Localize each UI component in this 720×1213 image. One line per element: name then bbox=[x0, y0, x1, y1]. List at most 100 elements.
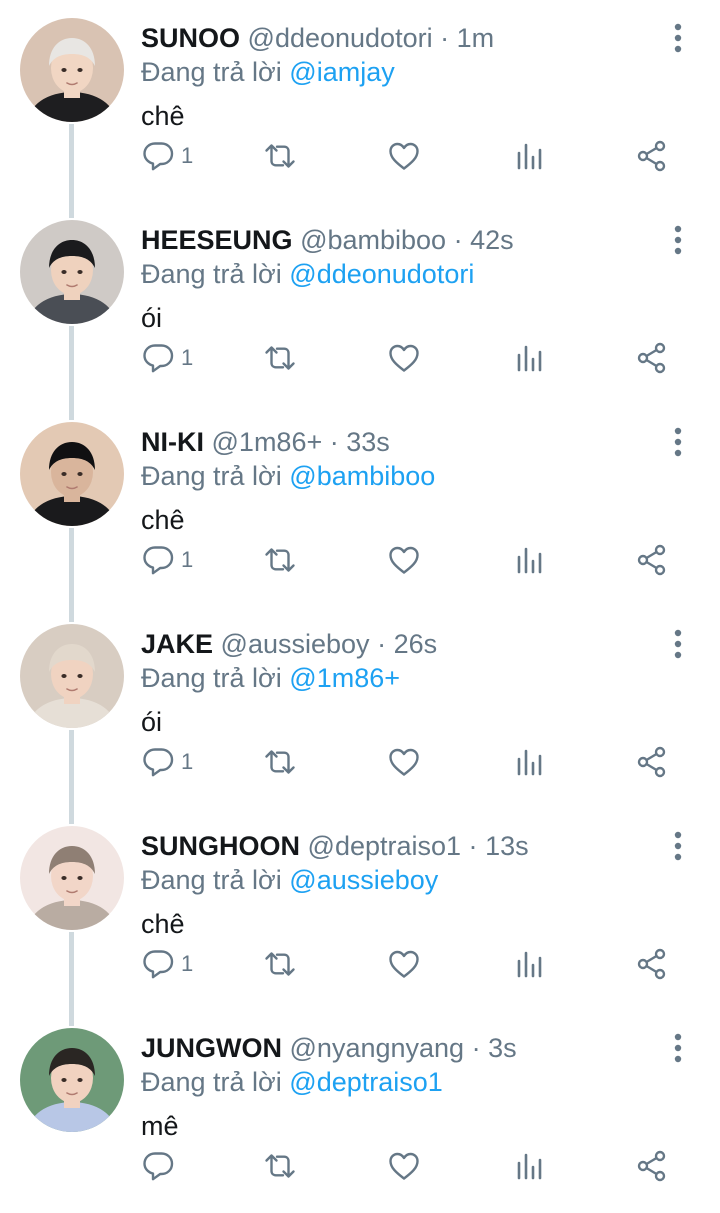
share-button[interactable] bbox=[635, 1146, 669, 1186]
share-button[interactable] bbox=[635, 742, 669, 782]
reply-mention-link[interactable]: @ddeonudotori bbox=[289, 259, 474, 289]
retweet-icon bbox=[265, 750, 295, 774]
tweet-jake[interactable]: JAKE @aussieboy · 26s Đang trả lời @1m86… bbox=[0, 606, 720, 808]
comment-bubble-icon bbox=[143, 546, 174, 575]
heart-icon bbox=[389, 748, 419, 776]
view-stats-button[interactable] bbox=[513, 944, 547, 984]
share-button[interactable] bbox=[635, 338, 669, 378]
view-stats-button[interactable] bbox=[513, 540, 547, 580]
retweet-icon bbox=[265, 548, 295, 572]
like-button[interactable] bbox=[387, 338, 421, 378]
tweet-actions: 1 bbox=[141, 742, 681, 782]
share-button[interactable] bbox=[635, 944, 669, 984]
username-handle[interactable]: @deptraiso1 bbox=[308, 831, 462, 861]
reply-mention-link[interactable]: @deptraiso1 bbox=[289, 1067, 443, 1097]
reply-button[interactable]: 1 bbox=[141, 136, 193, 176]
reply-mention-link[interactable]: @bambiboo bbox=[289, 461, 435, 491]
reply-count: 1 bbox=[181, 143, 194, 168]
retweet-button[interactable] bbox=[263, 540, 297, 580]
reply-button[interactable]: 1 bbox=[141, 338, 193, 378]
avatar[interactable] bbox=[20, 422, 124, 526]
retweet-button[interactable] bbox=[263, 1146, 297, 1186]
view-stats-button[interactable] bbox=[513, 742, 547, 782]
display-name[interactable]: HEESEUNG bbox=[141, 225, 293, 255]
retweet-button[interactable] bbox=[263, 944, 297, 984]
replying-to-label: Đang trả lời bbox=[141, 57, 282, 87]
replying-to: Đang trả lời @aussieboy bbox=[141, 862, 438, 898]
timestamp[interactable]: 3s bbox=[488, 1033, 517, 1063]
like-button[interactable] bbox=[387, 742, 421, 782]
tweet-jungwon[interactable]: JUNGWON @nyangnyang · 3s Đang trả lời @d… bbox=[0, 1010, 720, 1212]
display-name[interactable]: NI-KI bbox=[141, 427, 204, 457]
vertical-dots-icon bbox=[674, 831, 682, 861]
retweet-button[interactable] bbox=[263, 742, 297, 782]
share-icon bbox=[637, 746, 666, 778]
replying-to: Đang trả lời @bambiboo bbox=[141, 458, 435, 494]
tweet-heeseung[interactable]: HEESEUNG @bambiboo · 42s Đang trả lời @d… bbox=[0, 202, 720, 404]
timestamp[interactable]: 42s bbox=[470, 225, 514, 255]
reply-count: 1 bbox=[181, 345, 194, 370]
like-button[interactable] bbox=[387, 540, 421, 580]
more-options-button[interactable] bbox=[664, 1032, 692, 1064]
avatar-photo bbox=[20, 422, 124, 526]
tweet-ni-ki[interactable]: NI-KI @1m86+ · 33s Đang trả lời @bambibo… bbox=[0, 404, 720, 606]
avatar[interactable] bbox=[20, 220, 124, 324]
replying-to-label: Đang trả lời bbox=[141, 865, 282, 895]
share-icon bbox=[637, 342, 666, 374]
tweet-sunoo[interactable]: SUNOO @ddeonudotori · 1m Đang trả lời @i… bbox=[0, 0, 720, 202]
like-button[interactable] bbox=[387, 136, 421, 176]
reply-button[interactable]: 1 bbox=[141, 540, 193, 580]
more-options-button[interactable] bbox=[664, 426, 692, 458]
username-handle[interactable]: @1m86+ bbox=[212, 427, 323, 457]
view-stats-button[interactable] bbox=[513, 1146, 547, 1186]
more-options-button[interactable] bbox=[664, 224, 692, 256]
avatar[interactable] bbox=[20, 624, 124, 728]
tweet-sunghoon[interactable]: SUNGHOON @deptraiso1 · 13s Đang trả lời … bbox=[0, 808, 720, 1010]
replying-to: Đang trả lời @ddeonudotori bbox=[141, 256, 474, 292]
reply-mention-link[interactable]: @aussieboy bbox=[289, 865, 438, 895]
more-options-button[interactable] bbox=[664, 830, 692, 862]
timestamp[interactable]: 13s bbox=[485, 831, 529, 861]
bar-chart-icon bbox=[517, 143, 542, 170]
heart-icon bbox=[389, 546, 419, 574]
retweet-button[interactable] bbox=[263, 136, 297, 176]
more-options-button[interactable] bbox=[664, 22, 692, 54]
username-handle[interactable]: @ddeonudotori bbox=[248, 23, 433, 53]
like-button[interactable] bbox=[387, 944, 421, 984]
reply-mention-link[interactable]: @1m86+ bbox=[289, 663, 400, 693]
share-button[interactable] bbox=[635, 136, 669, 176]
view-stats-button[interactable] bbox=[513, 136, 547, 176]
display-name[interactable]: JAKE bbox=[141, 629, 213, 659]
vertical-dots-icon bbox=[674, 629, 682, 659]
timestamp[interactable]: 1m bbox=[457, 23, 495, 53]
share-icon bbox=[637, 140, 666, 172]
retweet-icon bbox=[265, 346, 295, 370]
avatar[interactable] bbox=[20, 826, 124, 930]
vertical-dots-icon bbox=[674, 1033, 682, 1063]
timestamp[interactable]: 33s bbox=[346, 427, 390, 457]
display-name[interactable]: SUNGHOON bbox=[141, 831, 300, 861]
reply-button[interactable]: 1 bbox=[141, 742, 193, 782]
retweet-button[interactable] bbox=[263, 338, 297, 378]
reply-button[interactable] bbox=[141, 1146, 181, 1186]
heart-icon bbox=[389, 1152, 419, 1180]
avatar[interactable] bbox=[20, 1028, 124, 1132]
bar-chart-icon bbox=[517, 749, 542, 776]
replying-to: Đang trả lời @deptraiso1 bbox=[141, 1064, 443, 1100]
more-options-button[interactable] bbox=[664, 628, 692, 660]
username-handle[interactable]: @nyangnyang bbox=[290, 1033, 465, 1063]
reply-mention-link[interactable]: @iamjay bbox=[289, 57, 394, 87]
username-handle[interactable]: @bambiboo bbox=[300, 225, 446, 255]
username-handle[interactable]: @aussieboy bbox=[221, 629, 370, 659]
display-name[interactable]: SUNOO bbox=[141, 23, 240, 53]
display-name[interactable]: JUNGWON bbox=[141, 1033, 282, 1063]
view-stats-button[interactable] bbox=[513, 338, 547, 378]
timestamp[interactable]: 26s bbox=[394, 629, 438, 659]
reply-button[interactable]: 1 bbox=[141, 944, 193, 984]
avatar[interactable] bbox=[20, 18, 124, 122]
share-button[interactable] bbox=[635, 540, 669, 580]
bar-chart-icon bbox=[517, 345, 542, 372]
share-icon bbox=[637, 544, 666, 576]
like-button[interactable] bbox=[387, 1146, 421, 1186]
tweet-header: NI-KI @1m86+ · 33s bbox=[141, 424, 390, 460]
